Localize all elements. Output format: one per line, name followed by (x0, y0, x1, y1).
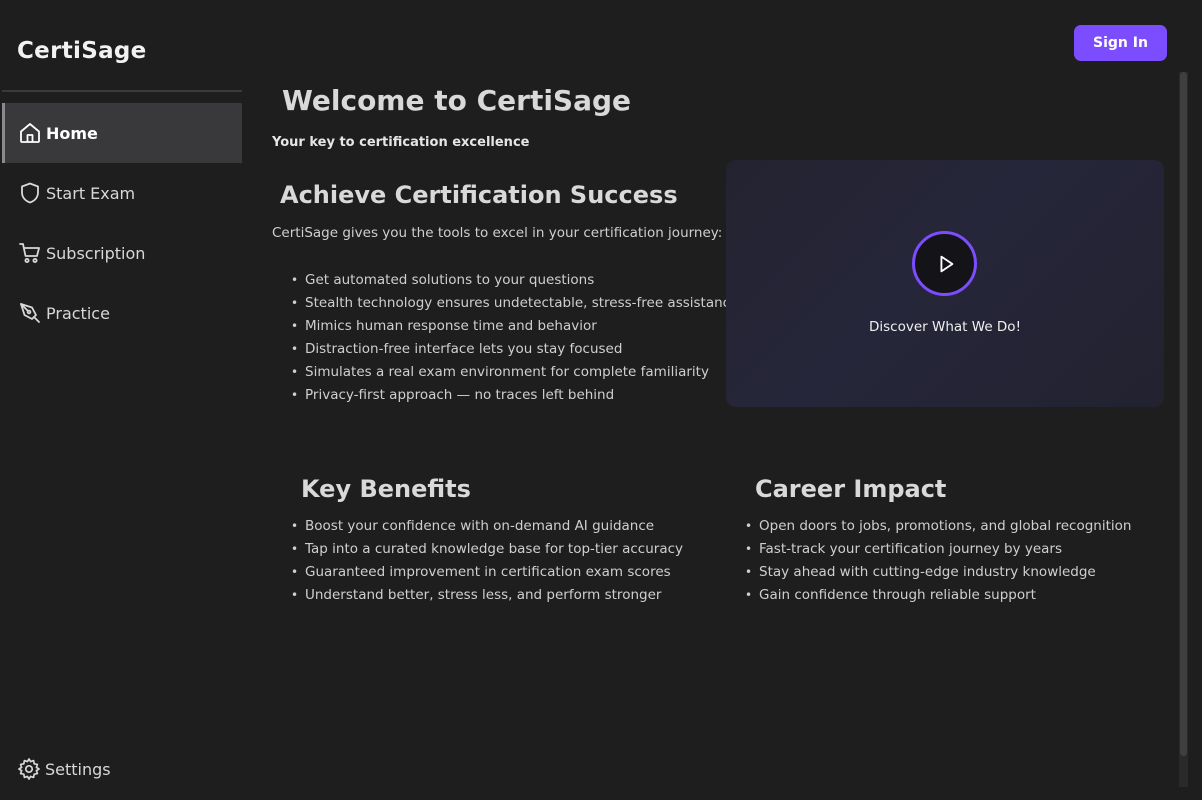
play-video-button[interactable] (912, 231, 977, 296)
list-item: Privacy-first approach — no traces left … (291, 384, 738, 407)
list-item: Stay ahead with cutting-edge industry kn… (745, 561, 1131, 584)
brand-logo: CertiSage (17, 38, 147, 64)
list-item: Guaranteed improvement in certification … (291, 561, 683, 584)
pen-icon (20, 303, 40, 323)
sidebar-nav: Home Start Exam Subscription Practice (2, 103, 242, 343)
achieve-heading: Achieve Certification Success (280, 181, 678, 209)
scrollbar-thumb[interactable] (1180, 72, 1187, 756)
list-item: Get automated solutions to your question… (291, 269, 738, 292)
career-heading: Career Impact (755, 475, 947, 503)
video-caption: Discover What We Do! (869, 319, 1021, 335)
cart-icon (19, 243, 40, 263)
play-icon (940, 255, 954, 272)
sidebar-item-label: Subscription (46, 243, 146, 263)
list-item: Open doors to jobs, promotions, and glob… (745, 515, 1131, 538)
page-title: Welcome to CertiSage (282, 84, 632, 117)
sidebar-item-label: Start Exam (46, 183, 136, 203)
sidebar-item-start-exam[interactable]: Start Exam (2, 163, 242, 223)
list-item: Simulates a real exam environment for co… (291, 361, 738, 384)
list-item: Understand better, stress less, and perf… (291, 584, 683, 607)
sidebar-divider (2, 90, 242, 92)
sign-in-button[interactable]: Sign In (1074, 25, 1167, 61)
list-item: Tap into a curated knowledge base for to… (291, 538, 683, 561)
list-item: Distraction-free interface lets you stay… (291, 338, 738, 361)
home-icon (20, 123, 40, 143)
sidebar: CertiSage Home Start Exam Subscription P… (0, 0, 242, 800)
benefits-list: Boost your confidence with on-demand AI … (291, 515, 683, 607)
achieve-intro: CertiSage gives you the tools to excel i… (272, 225, 723, 241)
sidebar-item-practice[interactable]: Practice (2, 283, 242, 343)
list-item: Mimics human response time and behavior (291, 315, 738, 338)
shield-icon (21, 182, 39, 204)
settings-label: Settings (45, 759, 111, 779)
list-item: Boost your confidence with on-demand AI … (291, 515, 683, 538)
sidebar-item-settings[interactable]: Settings (17, 757, 111, 781)
benefits-heading: Key Benefits (301, 475, 471, 503)
sidebar-item-subscription[interactable]: Subscription (2, 223, 242, 283)
sidebar-item-label: Home (46, 123, 98, 143)
career-list: Open doors to jobs, promotions, and glob… (745, 515, 1131, 607)
gear-icon (18, 758, 40, 780)
list-item: Fast-track your certification journey by… (745, 538, 1131, 561)
page-tagline: Your key to certification excellence (272, 135, 530, 150)
list-item: Stealth technology ensures undetectable,… (291, 292, 738, 315)
achieve-list: Get automated solutions to your question… (291, 269, 738, 407)
sidebar-item-home[interactable]: Home (2, 103, 242, 163)
list-item: Gain confidence through reliable support (745, 584, 1131, 607)
sidebar-item-label: Practice (46, 303, 110, 323)
